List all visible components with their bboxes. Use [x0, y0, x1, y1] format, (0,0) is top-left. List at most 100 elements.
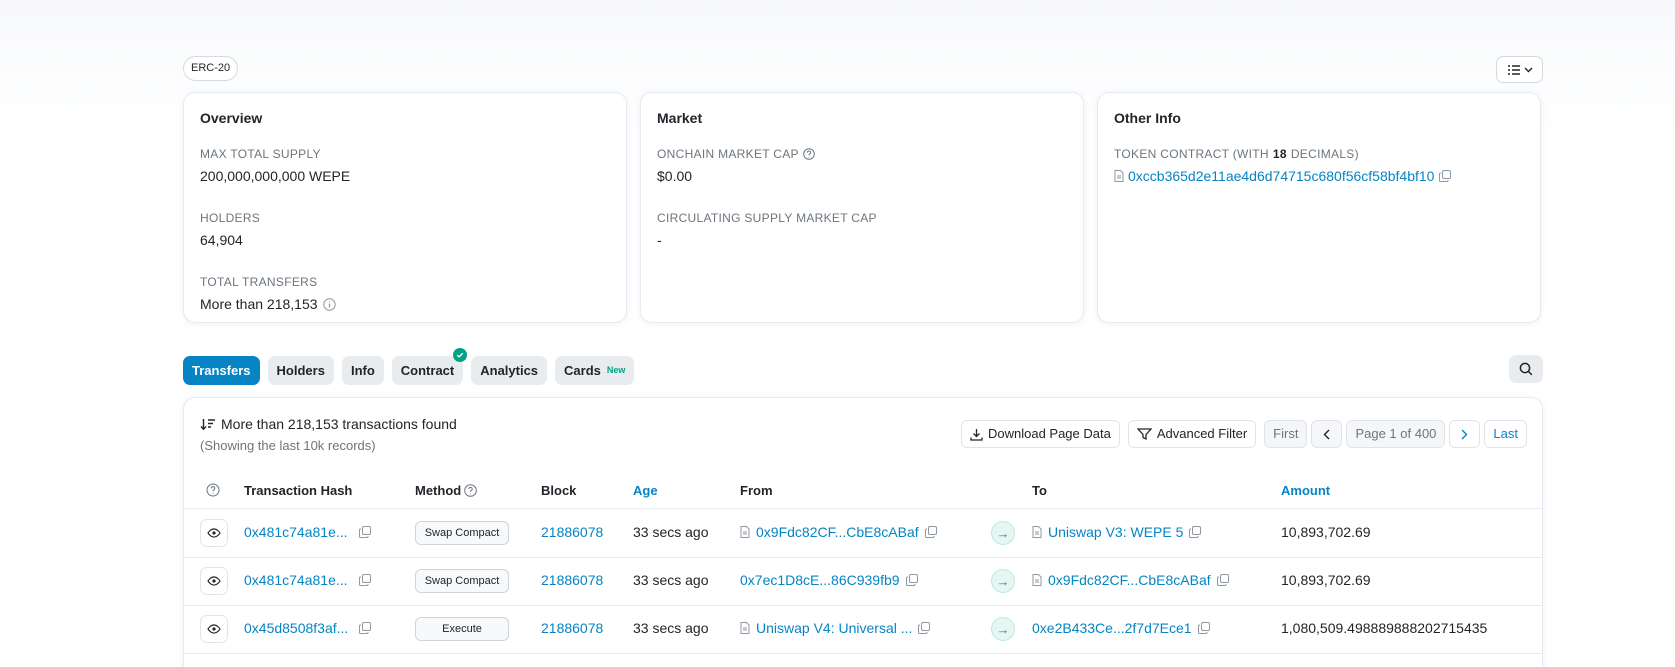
direction-arrow-icon: →	[991, 521, 1015, 545]
copy-icon[interactable]	[358, 526, 371, 538]
method-badge: Swap Compact	[415, 569, 509, 593]
copy-icon[interactable]	[1189, 526, 1202, 538]
tx-hash-link[interactable]: 0x481c74a81e...	[244, 572, 348, 588]
sort-desc-icon	[200, 418, 215, 430]
onchain-cap-label-text: ONCHAIN MARKET CAP	[657, 147, 799, 161]
holders-text: 64,904	[200, 232, 243, 248]
details-help-icon[interactable]	[206, 483, 220, 497]
to-address-link[interactable]: 0xe2B433Ce...2f7d7Ece1	[1032, 620, 1192, 636]
tab-transfers-label: Transfers	[192, 363, 251, 378]
table-header: Transaction Hash Method Block Age From T…	[184, 472, 1542, 509]
contract-label-suffix: DECIMALS)	[1290, 147, 1359, 161]
header-block: Block	[541, 483, 577, 498]
age-cell: 33 secs ago	[633, 572, 709, 588]
from-address-link[interactable]: 0x7ec1D8cE...86C939fb9	[740, 572, 900, 588]
to-cell: 0xe2B433Ce...2f7d7Ece1	[1032, 620, 1210, 636]
copy-icon[interactable]	[359, 622, 372, 634]
other-info-title: Other Info	[1114, 110, 1181, 126]
help-icon[interactable]	[803, 148, 815, 160]
block-cell: 21886078	[541, 524, 603, 540]
other-info-card: Other Info TOKEN CONTRACT (WITH 18 DECIM…	[1097, 92, 1541, 323]
tx-hash-link[interactable]: 0x45d8508f3af...	[244, 620, 348, 636]
max-supply-value: 200,000,000,000 WEPE	[200, 168, 610, 184]
token-contract-label: TOKEN CONTRACT (WITH 18 DECIMALS)	[1114, 147, 1524, 161]
token-page: ERC-20 Overview MAX TOTAL SUPPLY 200,000…	[0, 0, 1675, 667]
download-page-data-button[interactable]: Download Page Data	[960, 420, 1120, 448]
token-contract-link[interactable]: 0xccb365d2e11ae4d6d74715c680f56cf58bf4bf…	[1128, 168, 1434, 184]
copy-icon[interactable]	[1197, 622, 1210, 634]
search-icon	[1519, 362, 1533, 376]
transactions-found: More than 218,153 transactions found	[200, 416, 457, 432]
next-page-button[interactable]	[1449, 420, 1481, 448]
header-to: To	[1032, 483, 1047, 498]
copy-icon[interactable]	[905, 574, 918, 586]
amount-cell: 1,080,509.498889888202715435	[1281, 620, 1487, 636]
tab-cards[interactable]: Cards New	[555, 356, 635, 385]
contract-decimals: 18	[1272, 147, 1287, 161]
info-icon[interactable]	[322, 297, 336, 311]
advanced-filter-label: Advanced Filter	[1156, 426, 1248, 441]
overview-title: Overview	[200, 110, 263, 126]
tab-holders-label: Holders	[276, 363, 325, 378]
to-address-link[interactable]: Uniswap V3: WEPE 5	[1048, 524, 1183, 540]
block-link[interactable]: 21886078	[541, 620, 603, 636]
view-toggle-button[interactable]	[1496, 56, 1543, 83]
from-address-link[interactable]: 0x9Fdc82CF...CbE8cABaf	[756, 524, 919, 540]
copy-icon[interactable]	[1216, 574, 1229, 586]
token-tabs: Transfers Holders Info Contract Analytic…	[183, 348, 635, 385]
tx-hash-link[interactable]: 0x481c74a81e...	[244, 524, 348, 540]
last-page-button[interactable]: Last	[1484, 420, 1527, 448]
download-icon	[970, 428, 983, 441]
eye-icon	[207, 576, 221, 586]
onchain-cap-value: $0.00	[657, 168, 1067, 184]
preview-button[interactable]	[200, 615, 228, 643]
tab-info-label: Info	[350, 363, 375, 378]
block-link[interactable]: 21886078	[541, 524, 603, 540]
preview-button[interactable]	[200, 519, 228, 547]
tab-holders[interactable]: Holders	[267, 356, 334, 385]
direction-arrow-icon: →	[991, 617, 1015, 641]
method-badge: Swap Compact	[415, 521, 509, 545]
from-address-link[interactable]: Uniswap V4: Universal ...	[756, 620, 912, 636]
advanced-filter-button[interactable]: Advanced Filter	[1127, 420, 1257, 448]
table-row: 0x481c74a81e... Swap Compact 21886078 33 se…	[184, 510, 1542, 558]
from-cell: 0x7ec1D8cE...86C939fb9	[740, 572, 918, 588]
first-page-button[interactable]: First	[1264, 420, 1308, 448]
from-cell: 0x9Fdc82CF...CbE8cABaf	[740, 524, 937, 540]
header-amount[interactable]: Amount	[1281, 483, 1330, 498]
prev-page-button[interactable]	[1311, 420, 1343, 448]
help-icon[interactable]	[464, 484, 478, 497]
preview-button[interactable]	[200, 567, 228, 595]
age-cell: 33 secs ago	[633, 620, 709, 636]
search-button[interactable]	[1509, 355, 1543, 383]
tab-analytics[interactable]: Analytics	[471, 356, 548, 385]
max-supply-label: MAX TOTAL SUPPLY	[200, 147, 321, 161]
tab-analytics-label: Analytics	[480, 363, 539, 378]
copy-icon[interactable]	[1439, 170, 1452, 182]
contract-file-icon	[740, 622, 750, 634]
copy-icon[interactable]	[924, 526, 937, 538]
block-link[interactable]: 21886078	[541, 572, 603, 588]
header-method-label: Method	[415, 483, 462, 498]
header-age[interactable]: Age	[633, 483, 658, 498]
overview-card: Overview MAX TOTAL SUPPLY 200,000,000,00…	[183, 92, 627, 323]
total-transfers-value: More than 218,153	[200, 296, 610, 312]
header-transaction-hash: Transaction Hash	[244, 483, 353, 498]
copy-icon[interactable]	[358, 574, 371, 586]
total-transfers-text: More than 218,153	[200, 296, 318, 312]
tab-transfers[interactable]: Transfers	[183, 356, 260, 385]
contract-file-icon	[1114, 170, 1124, 182]
age-text: 33 secs ago	[633, 620, 709, 636]
tab-info[interactable]: Info	[341, 356, 384, 385]
direction-arrow-icon: →	[991, 569, 1015, 593]
transactions-found-text: More than 218,153 transactions found	[221, 416, 457, 432]
age-text: 33 secs ago	[633, 524, 709, 540]
filter-icon	[1136, 428, 1152, 440]
circ-cap-value: -	[657, 232, 1067, 248]
token-standard-badge: ERC-20	[183, 56, 239, 81]
verified-check-icon	[453, 348, 468, 362]
tab-contract[interactable]: Contract	[391, 348, 468, 385]
copy-icon[interactable]	[918, 622, 931, 634]
to-address-link[interactable]: 0x9Fdc82CF...CbE8cABaf	[1048, 572, 1211, 588]
circ-cap-text: -	[657, 232, 662, 248]
